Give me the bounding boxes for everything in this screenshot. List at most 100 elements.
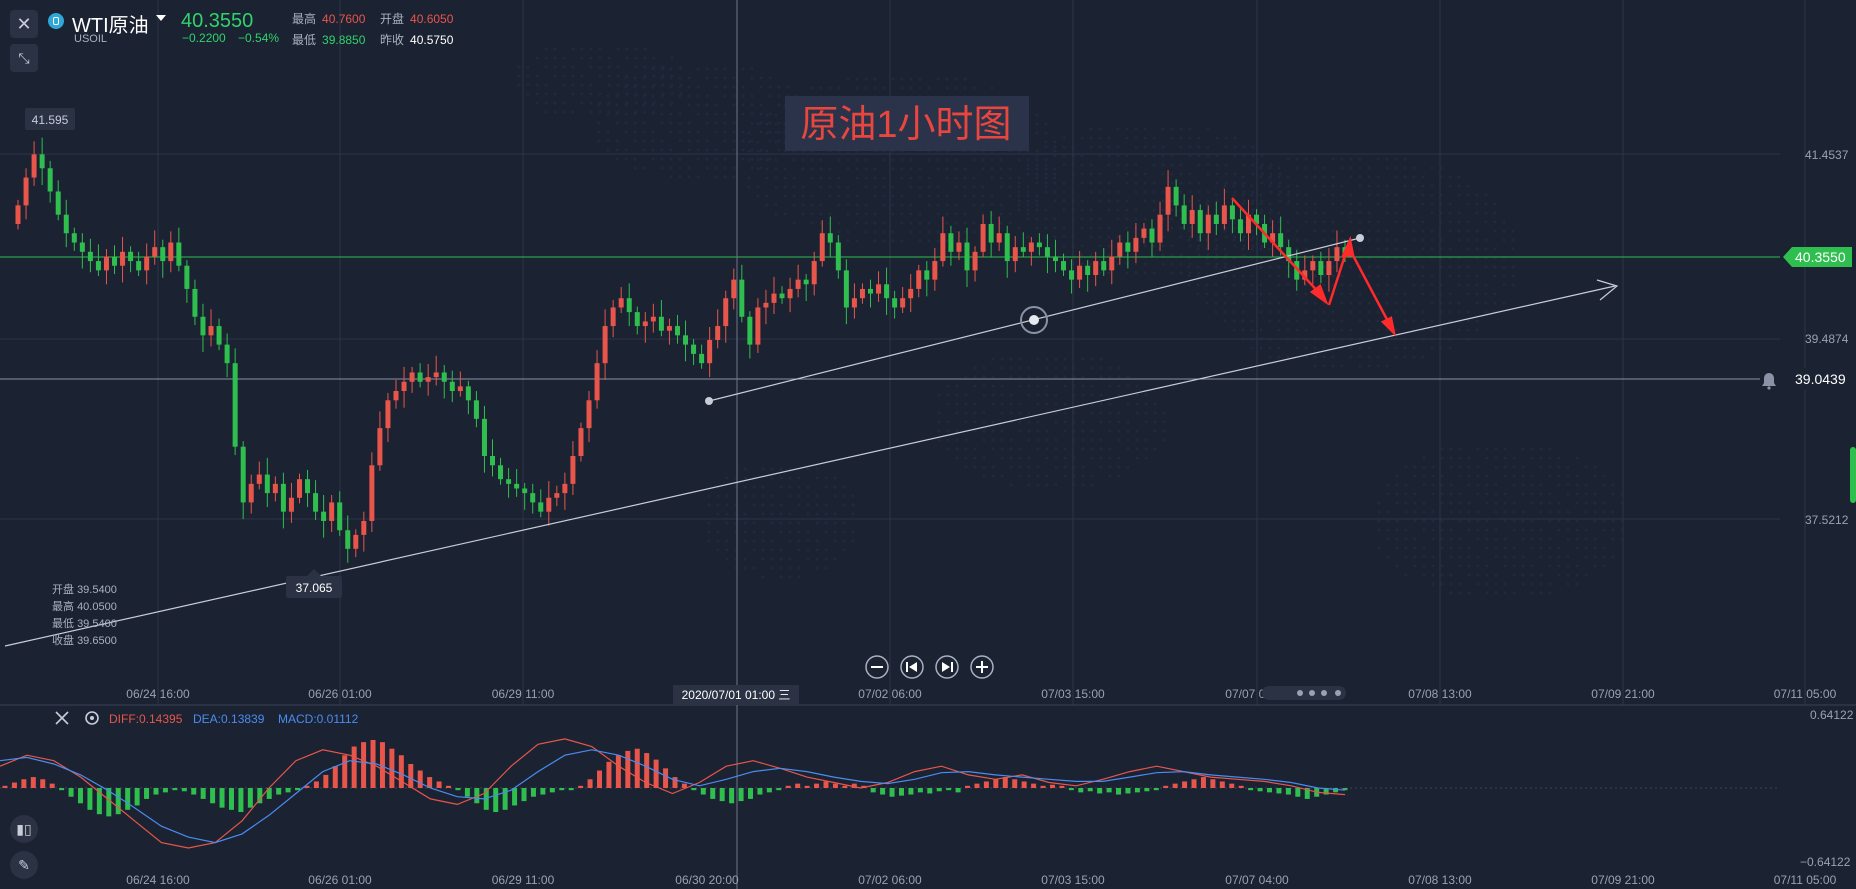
map-dot — [1090, 456, 1094, 460]
map-dot — [1108, 411, 1112, 415]
map-dot — [1385, 193, 1389, 197]
map-dot — [1539, 483, 1543, 487]
map-dot — [1017, 185, 1021, 189]
map-dot — [1539, 510, 1543, 514]
map-dot — [1413, 546, 1417, 550]
map-dot — [705, 166, 709, 170]
map-dot — [1063, 429, 1067, 433]
candle-body — [433, 372, 439, 378]
map-dot — [1521, 483, 1525, 487]
zoom-out-icon[interactable] — [865, 655, 889, 679]
map-dot — [1458, 537, 1462, 541]
trendline-upper-end-handle[interactable] — [1356, 234, 1364, 242]
candlestick-icon[interactable]: ▮▯ — [10, 815, 38, 843]
map-dot — [1179, 136, 1183, 140]
map-dot — [1313, 157, 1317, 161]
skip-start-icon[interactable] — [900, 655, 924, 679]
map-dot — [643, 92, 647, 96]
map-dot — [705, 94, 709, 98]
map-dot — [1107, 190, 1111, 194]
map-dot — [589, 56, 593, 60]
price-chart[interactable]: 41.595 37.065 原油1小时图 41.4537 39.4874 37.… — [0, 0, 1856, 889]
map-dot — [1054, 402, 1058, 406]
map-dot — [1403, 274, 1407, 278]
map-dot — [882, 203, 886, 207]
map-dot — [1223, 265, 1227, 269]
map-dot — [741, 157, 745, 161]
map-dot — [815, 557, 819, 561]
map-dot — [1403, 229, 1407, 233]
map-dot — [1161, 253, 1165, 257]
map-dot — [1215, 172, 1219, 176]
macd-bar — [351, 746, 357, 788]
map-dot — [1367, 346, 1371, 350]
map-dot — [1403, 265, 1407, 269]
map-dot — [1602, 501, 1606, 505]
map-dot — [1421, 202, 1425, 206]
map-dot — [1197, 145, 1201, 149]
skip-end-icon[interactable] — [935, 655, 959, 679]
scrollbar-thumb[interactable] — [1850, 447, 1856, 503]
svg-text:39.0439: 39.0439 — [1795, 371, 1846, 387]
map-dot — [1224, 235, 1228, 239]
pen-icon[interactable]: ✎ — [10, 851, 38, 879]
map-dot — [855, 86, 859, 90]
map-dot — [1512, 528, 1516, 532]
map-dot — [1251, 235, 1255, 239]
map-dot — [972, 185, 976, 189]
map-dot — [1322, 346, 1326, 350]
map-dot — [615, 157, 619, 161]
map-dot — [1557, 555, 1561, 559]
candle-body — [39, 154, 45, 169]
map-dot — [1009, 447, 1013, 451]
macd-bar — [1125, 788, 1131, 794]
map-dot — [1458, 465, 1462, 469]
map-dot — [918, 239, 922, 243]
map-dot — [1584, 573, 1588, 577]
map-dot — [1466, 274, 1470, 278]
map-dot — [1054, 393, 1058, 397]
map-dot — [1295, 157, 1299, 161]
map-dot — [1440, 537, 1444, 541]
svg-text:07/02 06:00: 07/02 06:00 — [858, 687, 922, 701]
map-dot — [990, 194, 994, 198]
close-icon[interactable]: ✕ — [10, 10, 38, 38]
map-dot — [1376, 328, 1380, 332]
map-dot — [774, 167, 778, 171]
compress-icon[interactable]: ⤡ — [10, 44, 38, 72]
map-dot — [1358, 220, 1362, 224]
chevron-down-icon[interactable] — [156, 15, 166, 21]
candle-body — [972, 251, 978, 271]
map-dot — [828, 212, 832, 216]
zoom-in-icon[interactable] — [970, 655, 994, 679]
svg-text:07/09 21:00: 07/09 21:00 — [1591, 873, 1655, 887]
candle-body — [1318, 261, 1324, 276]
map-dot — [606, 94, 610, 98]
map-dot — [774, 176, 778, 180]
map-dot — [927, 176, 931, 180]
map-dot — [1125, 271, 1129, 275]
map-dot — [1458, 591, 1462, 595]
map-dot — [788, 575, 792, 579]
map-dot — [725, 512, 729, 516]
map-dot — [1241, 247, 1245, 251]
map-dot — [1413, 474, 1417, 478]
map-dot — [1134, 181, 1138, 185]
map-dot — [1286, 157, 1290, 161]
map-dot — [1098, 145, 1102, 149]
scroll-position-indicator[interactable] — [1262, 686, 1346, 700]
map-dot — [1224, 136, 1228, 140]
map-dot — [750, 148, 754, 152]
map-dot — [741, 130, 745, 134]
trendline-upper-start-handle[interactable] — [705, 397, 713, 405]
macd-bar — [144, 788, 150, 799]
map-dot — [1098, 262, 1102, 266]
map-dot — [1349, 202, 1353, 206]
map-dot — [678, 139, 682, 143]
map-dot — [1044, 226, 1048, 230]
map-dot — [1090, 393, 1094, 397]
map-dot — [1232, 220, 1236, 224]
map-dot — [1035, 131, 1039, 135]
map-dot — [1179, 145, 1183, 149]
map-dot — [1494, 510, 1498, 514]
